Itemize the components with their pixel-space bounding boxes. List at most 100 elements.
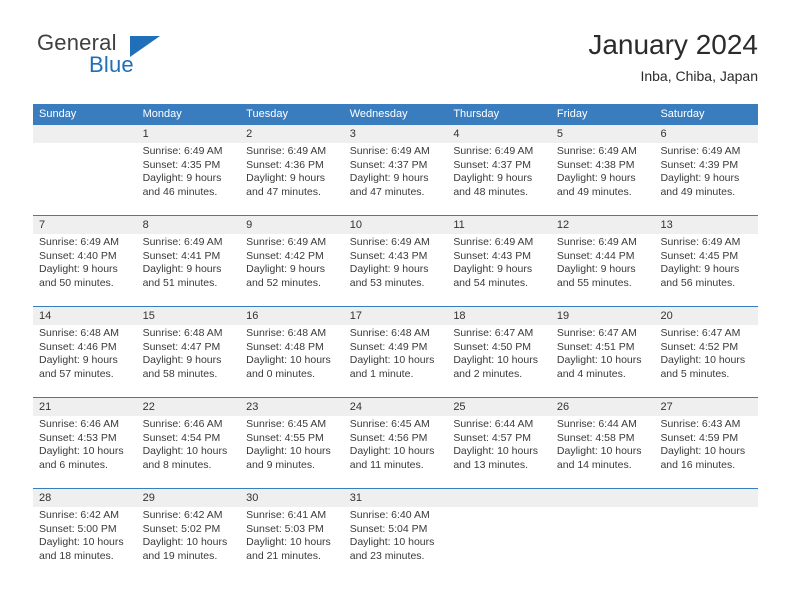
day-number-25[interactable]: 25 (447, 398, 551, 416)
day-detail-line: Daylight: 10 hours (660, 445, 746, 458)
day-cell-23[interactable]: Sunrise: 6:45 AM Sunset: 4:55 PM Daylight:… (240, 416, 344, 488)
day-cell-30[interactable]: Sunrise: 6:41 AM Sunset: 5:03 PM Daylight:… (240, 507, 344, 579)
day-number-31[interactable]: 31 (344, 489, 448, 507)
day-number-30[interactable]: 30 (240, 489, 344, 507)
day-detail-line: Daylight: 10 hours (142, 445, 228, 458)
day-cell-7[interactable]: Sunrise: 6:49 AM Sunset: 4:40 PM Daylight:… (33, 234, 137, 306)
day-number-18[interactable]: 18 (447, 307, 551, 325)
day-number-26[interactable]: 26 (551, 398, 655, 416)
weekday-header-wednesday: Wednesday (349, 108, 408, 120)
day-detail-line: Sunset: 4:59 PM (660, 431, 739, 444)
day-detail-line: Sunrise: 6:41 AM (246, 509, 327, 521)
day-number-16[interactable]: 16 (240, 307, 344, 325)
day-detail-line: Sunset: 4:37 PM (349, 158, 428, 171)
day-number-23[interactable]: 23 (240, 398, 344, 416)
day-number-10[interactable]: 10 (344, 216, 448, 234)
day-number-3[interactable]: 3 (344, 125, 448, 143)
day-cell-31[interactable]: Sunrise: 6:40 AM Sunset: 5:04 PM Daylight:… (344, 507, 448, 579)
day-cell-29[interactable]: Sunrise: 6:42 AM Sunset: 5:02 PM Daylight:… (137, 507, 241, 579)
day-cell-15[interactable]: Sunrise: 6:48 AM Sunset: 4:47 PM Daylight:… (137, 325, 241, 397)
day-cell-2[interactable]: Sunrise: 6:49 AM Sunset: 4:36 PM Daylight:… (240, 143, 344, 215)
day-cell-19[interactable]: Sunrise: 6:47 AM Sunset: 4:51 PM Daylight:… (551, 325, 655, 397)
day-detail-line: Sunrise: 6:49 AM (39, 236, 119, 248)
day-cell-11[interactable]: Sunrise: 6:49 AM Sunset: 4:43 PM Daylight:… (447, 234, 551, 306)
day-number-21[interactable]: 21 (33, 398, 137, 416)
day-detail-line: Sunrise: 6:48 AM (349, 327, 430, 339)
day-number-13[interactable]: 13 (654, 216, 758, 234)
day-detail-line: and 47 minutes. (349, 185, 425, 198)
day-cell-8[interactable]: Sunrise: 6:49 AM Sunset: 4:41 PM Daylight:… (137, 234, 241, 306)
day-cell-17[interactable]: Sunrise: 6:48 AM Sunset: 4:49 PM Daylight:… (344, 325, 448, 397)
day-detail-line: Sunset: 4:35 PM (142, 158, 221, 171)
day-number-17[interactable]: 17 (344, 307, 448, 325)
day-number-11[interactable]: 11 (447, 216, 551, 234)
day-number-27[interactable]: 27 (654, 398, 758, 416)
day-number-8[interactable]: 8 (137, 216, 241, 234)
weekday-header-friday: Friday (556, 108, 588, 120)
day-detail-line: Sunrise: 6:49 AM (660, 236, 741, 248)
day-number-4[interactable]: 4 (447, 125, 551, 143)
day-cell-6[interactable]: Sunrise: 6:49 AM Sunset: 4:39 PM Daylight:… (654, 143, 758, 215)
day-detail-line: Daylight: 10 hours (453, 354, 538, 367)
day-detail-line: Daylight: 9 hours (349, 172, 429, 185)
day-detail-line: and 1 minute. (349, 367, 414, 380)
day-cell-10[interactable]: Sunrise: 6:49 AM Sunset: 4:43 PM Daylight:… (344, 234, 448, 306)
day-cell-26[interactable]: Sunrise: 6:44 AM Sunset: 4:58 PM Daylight:… (551, 416, 655, 488)
day-cell-5[interactable]: Sunrise: 6:49 AM Sunset: 4:38 PM Daylight:… (551, 143, 655, 215)
day-detail-line: Daylight: 10 hours (453, 445, 538, 458)
day-number-22[interactable]: 22 (137, 398, 241, 416)
day-detail-line: Sunrise: 6:46 AM (39, 418, 119, 430)
day-cell-22[interactable]: Sunrise: 6:46 AM Sunset: 4:54 PM Daylight:… (137, 416, 241, 488)
day-number-28[interactable]: 28 (33, 489, 137, 507)
calendar-week-row: 21 22 23 24 25 26 27 Sunrise: 6:46 AM Sunset: 4:… (33, 397, 758, 488)
logo-text-blue: Blue (89, 52, 134, 77)
day-cell-empty (654, 507, 758, 579)
day-number-29[interactable]: 29 (137, 489, 241, 507)
day-detail-line: Sunset: 5:02 PM (142, 522, 221, 535)
day-cell-27[interactable]: Sunrise: 6:43 AM Sunset: 4:59 PM Daylight:… (654, 416, 758, 488)
weekday-header-row: Sunday Monday Tuesday Wednesday Thursday Frid… (33, 104, 758, 125)
day-number-6[interactable]: 6 (654, 125, 758, 143)
day-cell-25[interactable]: Sunrise: 6:44 AM Sunset: 4:57 PM Daylight:… (447, 416, 551, 488)
day-number-9[interactable]: 9 (240, 216, 344, 234)
day-cell-18[interactable]: Sunrise: 6:47 AM Sunset: 4:50 PM Daylight:… (447, 325, 551, 397)
page-subtitle-location: Inba, Chiba, Japan (640, 68, 758, 84)
day-number-15[interactable]: 15 (137, 307, 241, 325)
general-blue-logo[interactable]: General Blue (33, 30, 233, 86)
day-cell-28[interactable]: Sunrise: 6:42 AM Sunset: 5:00 PM Daylight:… (33, 507, 137, 579)
day-cell-12[interactable]: Sunrise: 6:49 AM Sunset: 4:44 PM Daylight:… (551, 234, 655, 306)
day-cell-3[interactable]: Sunrise: 6:49 AM Sunset: 4:37 PM Daylight:… (344, 143, 448, 215)
day-number-7[interactable]: 7 (33, 216, 137, 234)
day-cell-20[interactable]: Sunrise: 6:47 AM Sunset: 4:52 PM Daylight:… (654, 325, 758, 397)
day-number-20[interactable]: 20 (654, 307, 758, 325)
day-number-5[interactable]: 5 (551, 125, 655, 143)
day-cell-21[interactable]: Sunrise: 6:46 AM Sunset: 4:53 PM Daylight:… (33, 416, 137, 488)
day-cell-9[interactable]: Sunrise: 6:49 AM Sunset: 4:42 PM Daylight:… (240, 234, 344, 306)
day-number-14[interactable]: 14 (33, 307, 137, 325)
title-block: January 2024 Inba, Chiba, Japan (588, 28, 758, 86)
day-number-19[interactable]: 19 (551, 307, 655, 325)
day-number-12[interactable]: 12 (551, 216, 655, 234)
day-detail-line: and 6 minutes. (39, 458, 108, 471)
day-cell-1[interactable]: Sunrise: 6:49 AM Sunset: 4:35 PM Daylight:… (137, 143, 241, 215)
day-detail-line: Sunset: 4:40 PM (39, 249, 117, 262)
day-number-1[interactable]: 1 (137, 125, 241, 143)
calendar-week-row: 7 8 9 10 11 12 13 Sunrise: 6:49 AM Sunset: 4:40 … (33, 215, 758, 306)
day-detail-line: Daylight: 9 hours (349, 263, 429, 276)
day-detail-line: and 48 minutes. (453, 185, 529, 198)
day-detail-line: Sunset: 4:50 PM (453, 340, 531, 353)
day-number-24[interactable]: 24 (344, 398, 448, 416)
day-detail-line: Sunset: 4:56 PM (349, 431, 428, 444)
day-detail-line: and 4 minutes. (556, 367, 626, 380)
day-cell-16[interactable]: Sunrise: 6:48 AM Sunset: 4:48 PM Daylight:… (240, 325, 344, 397)
day-detail-line: Sunset: 4:49 PM (349, 340, 428, 353)
day-cell-24[interactable]: Sunrise: 6:45 AM Sunset: 4:56 PM Daylight:… (344, 416, 448, 488)
day-number-2[interactable]: 2 (240, 125, 344, 143)
day-detail-line: Sunset: 4:38 PM (556, 158, 635, 171)
day-cell-13[interactable]: Sunrise: 6:49 AM Sunset: 4:45 PM Daylight:… (654, 234, 758, 306)
day-detail-line: Sunrise: 6:44 AM (453, 418, 534, 430)
day-detail-line: Daylight: 10 hours (39, 445, 124, 458)
day-cell-4[interactable]: Sunrise: 6:49 AM Sunset: 4:37 PM Daylight:… (447, 143, 551, 215)
day-detail-line: and 0 minutes. (246, 367, 316, 380)
day-cell-14[interactable]: Sunrise: 6:48 AM Sunset: 4:46 PM Daylight:… (33, 325, 137, 397)
